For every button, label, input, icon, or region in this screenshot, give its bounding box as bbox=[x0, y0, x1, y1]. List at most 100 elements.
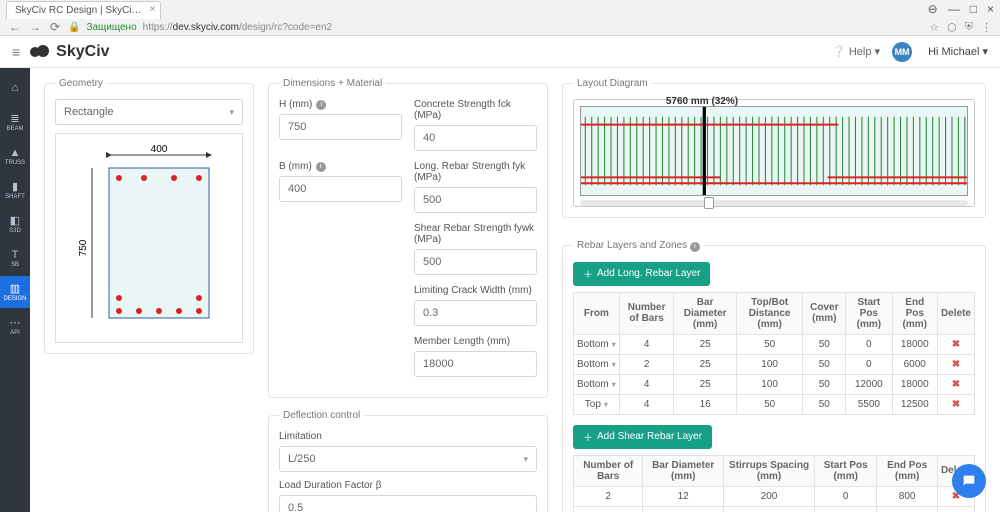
limitation-label: Limitation bbox=[279, 431, 537, 442]
from-cell[interactable]: Bottom bbox=[574, 334, 620, 354]
table-header: Start Pos (mm) bbox=[815, 455, 877, 486]
shear-rebar-table: Number of BarsBar Diameter (mm)Stirrups … bbox=[573, 455, 975, 512]
geometry-legend: Geometry bbox=[55, 78, 107, 89]
nav-icon: ⋯ bbox=[10, 316, 21, 329]
layout-panel: Layout Diagram 5760 mm (32%) bbox=[562, 78, 986, 218]
lock-icon: 🔒 bbox=[68, 22, 80, 33]
nav-item-shaft[interactable]: ▮SHAFT bbox=[0, 174, 30, 206]
avatar[interactable]: MM bbox=[892, 42, 912, 62]
app-header: ≡ SkyCiv ❔ Help ▾ MM Hi Michael ▾ bbox=[0, 36, 1000, 68]
table-header: Bar Diameter (mm) bbox=[643, 455, 724, 486]
extension-icon[interactable]: ⬡ bbox=[947, 21, 957, 34]
load-factor-label: Load Duration Factor β bbox=[279, 480, 537, 491]
info-icon[interactable]: i bbox=[690, 242, 700, 252]
delete-icon[interactable]: ✖ bbox=[952, 399, 960, 410]
logo-icon bbox=[30, 45, 52, 59]
browser-tab[interactable]: SkyCiv RC Design | SkyCi… × bbox=[6, 1, 161, 19]
brand: SkyCiv bbox=[30, 43, 109, 61]
fck-input[interactable]: 40 bbox=[414, 125, 537, 151]
table-header: Stirrups Spacing (mm) bbox=[724, 455, 815, 486]
table-row: Bottom 42550 50018000 ✖ bbox=[574, 334, 975, 354]
table-row: 212200 0800 ✖ bbox=[574, 486, 975, 506]
crack-input[interactable]: 0.3 bbox=[414, 300, 537, 326]
section-diagram: 400 750 bbox=[55, 133, 243, 343]
position-slider[interactable] bbox=[580, 200, 968, 206]
table-header: Cover (mm) bbox=[803, 292, 846, 334]
rebar-panel: Rebar Layers and Zones i ＋ Add Long. Reb… bbox=[562, 240, 986, 512]
dimensions-legend: Dimensions + Material bbox=[279, 78, 386, 89]
layout-legend: Layout Diagram bbox=[573, 78, 652, 89]
nav-item-beam[interactable]: ≣BEAM bbox=[0, 106, 30, 138]
maximize-icon[interactable]: □ bbox=[970, 2, 977, 16]
nav-item-s3d[interactable]: ◧S3D bbox=[0, 208, 30, 240]
fyk-label: Long. Rebar Strength fyk (MPa) bbox=[414, 161, 537, 183]
b-input[interactable]: 400 bbox=[279, 176, 402, 202]
slider-thumb[interactable] bbox=[704, 197, 714, 209]
table-row: Top 41650 50550012500 ✖ bbox=[574, 394, 975, 414]
svg-text:400: 400 bbox=[151, 144, 168, 155]
add-shear-rebar-button[interactable]: ＋ Add Shear Rebar Layer bbox=[573, 425, 712, 449]
delete-icon[interactable]: ✖ bbox=[952, 359, 960, 370]
table-header: Delete bbox=[937, 292, 974, 334]
help-link[interactable]: ❔ Help ▾ bbox=[832, 45, 880, 58]
fyk-input[interactable]: 500 bbox=[414, 187, 537, 213]
length-input[interactable]: 18000 bbox=[414, 351, 537, 377]
reload-icon[interactable]: ⟳ bbox=[48, 20, 62, 34]
user-icon: ⊖ bbox=[928, 2, 938, 16]
info-icon[interactable]: i bbox=[316, 100, 326, 110]
star-icon[interactable]: ☆ bbox=[929, 21, 939, 34]
deflection-panel: Deflection control Limitation L/250 Load… bbox=[268, 410, 548, 512]
svg-text:750: 750 bbox=[78, 239, 89, 256]
nav-icon: T bbox=[12, 249, 19, 261]
info-icon[interactable]: i bbox=[316, 162, 326, 172]
h-input[interactable]: 750 bbox=[279, 114, 402, 140]
left-nav: ⌂ ≣BEAM▲TRUSS▮SHAFT◧S3DTSB▥DESIGN⋯API bbox=[0, 68, 30, 512]
table-header: From bbox=[574, 292, 620, 334]
table-row: Bottom 425100 501200018000 ✖ bbox=[574, 374, 975, 394]
table-header: Number of Bars bbox=[574, 455, 643, 486]
nav-item-sb[interactable]: TSB bbox=[0, 242, 30, 274]
brand-label: SkyCiv bbox=[56, 43, 109, 61]
delete-icon[interactable]: ✖ bbox=[952, 339, 960, 350]
table-row: Bottom 225100 5006000 ✖ bbox=[574, 354, 975, 374]
from-cell[interactable]: Top bbox=[574, 394, 620, 414]
add-long-rebar-button[interactable]: ＋ Add Long. Rebar Layer bbox=[573, 262, 710, 286]
nav-item-truss[interactable]: ▲TRUSS bbox=[0, 140, 30, 172]
nav-item-design[interactable]: ▥DESIGN bbox=[0, 276, 30, 308]
minimize-icon[interactable]: — bbox=[948, 2, 960, 16]
menu-icon[interactable]: ⋮ bbox=[981, 21, 992, 34]
length-label: Member Length (mm) bbox=[414, 336, 537, 347]
table-header: Number of Bars bbox=[619, 292, 674, 334]
back-icon[interactable]: ← bbox=[8, 20, 22, 34]
address-bar[interactable]: https://dev.skyciv.com/design/rc?code=en… bbox=[143, 22, 924, 33]
load-factor-input[interactable]: 0.5 bbox=[279, 495, 537, 512]
nav-icon: ▲ bbox=[10, 147, 21, 159]
shield-icon[interactable]: ⛨ bbox=[965, 21, 973, 34]
limitation-select[interactable]: L/250 bbox=[279, 446, 537, 472]
nav-icon: ⌂ bbox=[12, 82, 19, 94]
marker-label: 5760 mm (32%) bbox=[666, 96, 738, 107]
table-header: Bar Diameter (mm) bbox=[674, 292, 736, 334]
nav-item-api[interactable]: ⋯API bbox=[0, 310, 30, 342]
secure-label: Защищено bbox=[86, 22, 136, 33]
close-icon[interactable]: × bbox=[987, 2, 994, 16]
delete-icon[interactable]: ✖ bbox=[952, 379, 960, 390]
fywk-input[interactable]: 500 bbox=[414, 249, 537, 275]
table-header: Top/Bot Distance (mm) bbox=[736, 292, 803, 334]
forward-icon[interactable]: → bbox=[28, 20, 42, 34]
deflection-legend: Deflection control bbox=[279, 410, 364, 421]
nav-icon: ≣ bbox=[10, 112, 19, 125]
table-header: End Pos (mm) bbox=[877, 455, 938, 486]
hamburger-icon[interactable]: ≡ bbox=[12, 44, 20, 60]
fywk-label: Shear Rebar Strength fywk (MPa) bbox=[414, 223, 537, 245]
from-cell[interactable]: Bottom bbox=[574, 354, 620, 374]
user-menu[interactable]: Hi Michael ▾ bbox=[928, 45, 988, 58]
nav-icon: ▥ bbox=[10, 282, 20, 295]
from-cell[interactable]: Bottom bbox=[574, 374, 620, 394]
tab-close-icon[interactable]: × bbox=[150, 4, 156, 15]
table-header: Start Pos (mm) bbox=[846, 292, 892, 334]
nav-item-home[interactable]: ⌂ bbox=[0, 72, 30, 104]
nav-icon: ◧ bbox=[10, 214, 20, 227]
chat-button[interactable] bbox=[952, 464, 986, 498]
shape-select[interactable]: Rectangle bbox=[55, 99, 243, 125]
